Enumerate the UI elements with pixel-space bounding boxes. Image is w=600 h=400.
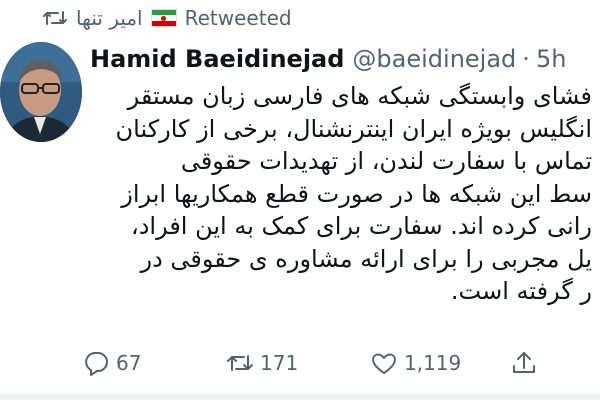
tweet-text-line: انگلیس بویژه ایران اینترنشنال، برخی از ک… bbox=[115, 114, 592, 143]
retweet-icon bbox=[42, 8, 68, 28]
tweet-text-line: رانی کرده اند. سفارت برای کمک به این افر… bbox=[130, 212, 592, 240]
retweet-count: 171 bbox=[260, 351, 299, 375]
tweet-timestamp[interactable]: 5h bbox=[536, 45, 566, 73]
avatar[interactable] bbox=[0, 42, 82, 142]
tweet-text-line: فشای وابستگی شبکه های فارسی زبان مستقر bbox=[127, 82, 592, 110]
retweeted-label: Retweeted bbox=[184, 6, 292, 30]
tweet-actions: 67 171 1,119 bbox=[82, 346, 600, 380]
retweet-header: امیر تنها Retweeted bbox=[42, 6, 292, 30]
heart-icon bbox=[370, 350, 398, 376]
tweet-text-line: تماس با سفارت لندن، از تهدیدات حقوقی bbox=[180, 147, 592, 175]
author-name[interactable]: Hamid Baeidinejad bbox=[90, 45, 344, 73]
retweet-button[interactable]: 171 bbox=[226, 346, 298, 380]
share-button[interactable] bbox=[510, 346, 538, 380]
like-button[interactable]: 1,119 bbox=[370, 346, 461, 380]
like-count: 1,119 bbox=[404, 351, 462, 375]
reply-count: 67 bbox=[116, 351, 142, 375]
tweet-text-line: سط این شبکه ها در صورت قطع همکاریها ابرا… bbox=[121, 179, 592, 208]
divider bbox=[0, 394, 600, 400]
retweet-icon bbox=[226, 350, 254, 376]
reply-button[interactable]: 67 bbox=[82, 346, 141, 380]
tweet-text-line: ر گرفته است. bbox=[450, 277, 592, 305]
separator-dot: · bbox=[522, 45, 530, 73]
author-handle[interactable]: @baeidinejad bbox=[352, 45, 516, 73]
iran-flag-icon bbox=[150, 9, 177, 27]
tweet-header: Hamid Baeidinejad @baeidinejad · 5h bbox=[90, 42, 566, 76]
reply-icon bbox=[82, 350, 110, 376]
tweet-text-line: یل مجربی را برای ارائه مشاوره ی حقوقی در bbox=[140, 244, 592, 273]
share-icon bbox=[510, 350, 538, 376]
retweeter-name[interactable]: امیر تنها bbox=[76, 6, 143, 30]
tweet-text: فشای وابستگی شبکه های فارسی زبان مستقر ا… bbox=[72, 80, 592, 308]
